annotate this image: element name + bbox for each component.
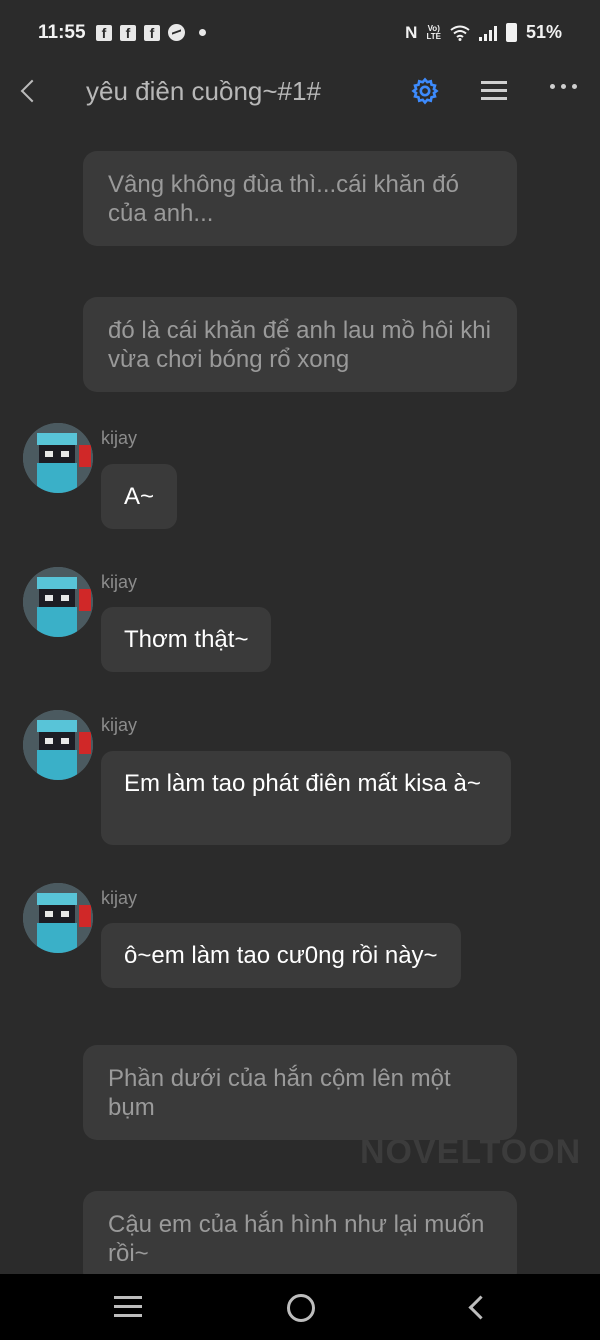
reader-header: yêu điên cuồng~#1# — [0, 66, 600, 122]
facebook-icon: f — [96, 24, 112, 41]
chat-bubble: Em làm tao phát điên mất kisa à~ — [101, 751, 511, 845]
system-icons: N Vo) LTE 51% — [405, 22, 562, 43]
username: kijay — [101, 572, 138, 592]
home-icon[interactable] — [287, 1294, 315, 1322]
page-title: yêu điên cuồng~#1# — [86, 76, 321, 106]
username: kijay — [101, 428, 138, 448]
facebook-icon: f — [144, 24, 160, 41]
facebook-icon: f — [120, 24, 136, 41]
nfc-icon: N — [405, 22, 418, 42]
battery-percent: 51% — [525, 22, 562, 42]
notification-dot — [199, 29, 206, 36]
narration-bubble: Vâng không đùa thì...cái khăn đó của anh… — [83, 151, 517, 246]
volte-icon: Vo) LTE — [426, 23, 441, 41]
chat-bubble: Thơm thật~ — [101, 607, 272, 672]
chat-bubble: A~ — [101, 464, 178, 529]
narration-bubble: Cậu em của hắn hình như lại muốn rồi~ — [83, 1191, 517, 1286]
avatar[interactable] — [23, 423, 93, 493]
narration-bubble: Phần dưới của hắn cộm lên một bụm — [83, 1045, 517, 1140]
back-icon[interactable] — [466, 1294, 488, 1318]
back-button[interactable] — [14, 74, 42, 110]
messenger-icon — [168, 24, 185, 41]
list-icon[interactable] — [481, 79, 509, 103]
status-bar: 11:55 f f f N Vo) LTE 51% — [0, 0, 600, 66]
avatar[interactable] — [23, 567, 93, 637]
status-time: 11:55 — [38, 22, 86, 43]
avatar[interactable] — [23, 883, 93, 953]
signal-icon — [478, 25, 497, 41]
wifi-icon — [450, 25, 470, 41]
more-icon[interactable] — [550, 84, 577, 89]
system-nav-bar — [0, 1274, 600, 1340]
username: kijay — [101, 888, 138, 908]
avatar[interactable] — [23, 710, 93, 780]
gear-icon[interactable] — [410, 76, 440, 106]
username: kijay — [101, 715, 138, 735]
narration-bubble: đó là cái khăn để anh lau mồ hôi khi vừa… — [83, 297, 517, 392]
notification-icons: f f f — [96, 24, 206, 41]
recent-apps-icon[interactable] — [114, 1296, 142, 1318]
chat-bubble: ô~em làm tao cư0ng rồi này~ — [101, 923, 461, 988]
battery-icon — [505, 23, 517, 42]
